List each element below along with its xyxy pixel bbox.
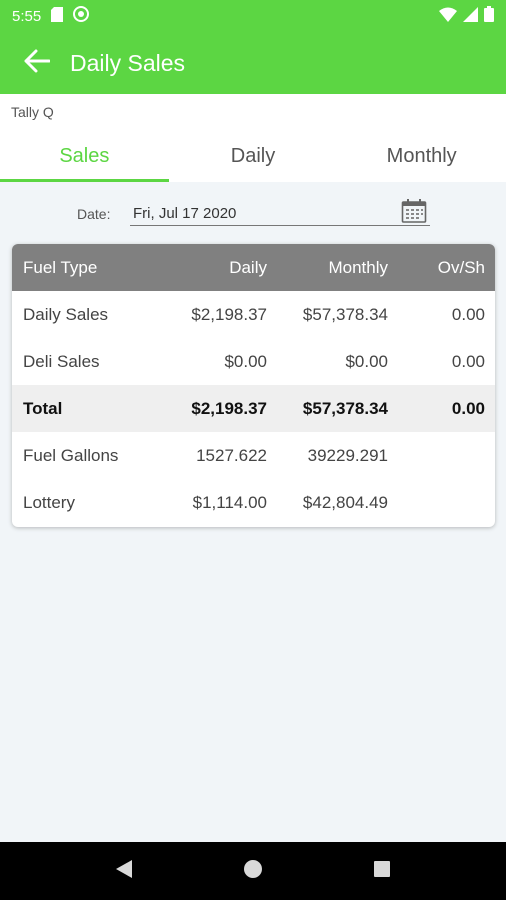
date-row: Date: Fri, Jul 17 2020 bbox=[0, 196, 506, 232]
tab-daily[interactable]: Daily bbox=[169, 130, 338, 182]
row-label: Total bbox=[23, 398, 63, 418]
row-label: Fuel Gallons bbox=[23, 445, 119, 465]
daily-value: $1,114.00 bbox=[192, 492, 267, 512]
monthly-value: 39229.291 bbox=[307, 445, 388, 465]
calendar-icon[interactable] bbox=[401, 198, 427, 228]
row-label: Lottery bbox=[23, 492, 75, 512]
app-bar: 5:55 Daily Sales bbox=[0, 0, 506, 94]
header-monthly: Monthly bbox=[328, 257, 388, 277]
ovsh-value: 0.00 bbox=[451, 351, 485, 371]
row-label: Daily Sales bbox=[23, 304, 109, 324]
table-row: Daily Sales $2,198.37 $57,378.34 0.00 bbox=[12, 291, 495, 338]
monthly-value: $57,378.34 bbox=[302, 304, 388, 324]
daily-value: 1527.622 bbox=[196, 445, 267, 465]
status-time: 5:55 bbox=[12, 7, 42, 25]
tab-sales[interactable]: Sales bbox=[0, 130, 169, 182]
nav-back-button[interactable] bbox=[100, 847, 148, 895]
daily-value: $2,198.37 bbox=[191, 304, 267, 324]
nav-home-button[interactable] bbox=[229, 847, 277, 895]
total-row: Total $2,198.37 $57,378.34 0.00 bbox=[12, 385, 495, 432]
signal-icon bbox=[463, 6, 478, 26]
ovsh-value: 0.00 bbox=[451, 398, 485, 418]
sync-icon bbox=[73, 6, 90, 26]
header-daily: Daily bbox=[229, 257, 267, 277]
ovsh-value: 0.00 bbox=[451, 304, 485, 324]
table-row: Fuel Gallons 1527.622 39229.291 bbox=[12, 432, 495, 479]
battery-icon bbox=[484, 6, 494, 26]
circle-home-icon bbox=[243, 859, 263, 884]
monthly-value: $42,804.49 bbox=[302, 492, 388, 512]
date-value: Fri, Jul 17 2020 bbox=[133, 205, 237, 222]
square-recents-icon bbox=[373, 860, 391, 883]
status-bar: 5:55 bbox=[0, 0, 506, 32]
sd-card-icon bbox=[51, 6, 64, 26]
store-name: Tally Q bbox=[0, 94, 506, 130]
sales-table: Fuel Type Daily Monthly Ov/Sh Daily Sale… bbox=[12, 244, 495, 527]
tab-monthly[interactable]: Monthly bbox=[337, 130, 506, 182]
date-field[interactable]: Fri, Jul 17 2020 bbox=[130, 198, 430, 226]
header-fuel-type: Fuel Type bbox=[23, 257, 98, 277]
arrow-back-icon bbox=[24, 49, 51, 78]
date-label: Date: bbox=[77, 206, 111, 222]
table-row: Lottery $1,114.00 $42,804.49 bbox=[12, 479, 495, 526]
toolbar: Daily Sales bbox=[0, 32, 506, 94]
page-title: Daily Sales bbox=[70, 49, 186, 76]
header-ovsh: Ov/Sh bbox=[437, 257, 485, 277]
table-row: Deli Sales $0.00 $0.00 0.00 bbox=[12, 338, 495, 385]
daily-value: $2,198.37 bbox=[191, 398, 267, 418]
monthly-value: $57,378.34 bbox=[302, 398, 388, 418]
wifi-icon bbox=[439, 7, 457, 26]
row-label: Deli Sales bbox=[23, 351, 100, 371]
back-button[interactable] bbox=[12, 38, 62, 88]
nav-recents-button[interactable] bbox=[358, 847, 406, 895]
monthly-value: $0.00 bbox=[345, 351, 388, 371]
tab-bar: Sales Daily Monthly bbox=[0, 130, 506, 182]
daily-value: $0.00 bbox=[224, 351, 267, 371]
triangle-back-icon bbox=[115, 859, 133, 884]
table-header: Fuel Type Daily Monthly Ov/Sh bbox=[12, 244, 495, 291]
system-nav-bar bbox=[0, 842, 506, 900]
